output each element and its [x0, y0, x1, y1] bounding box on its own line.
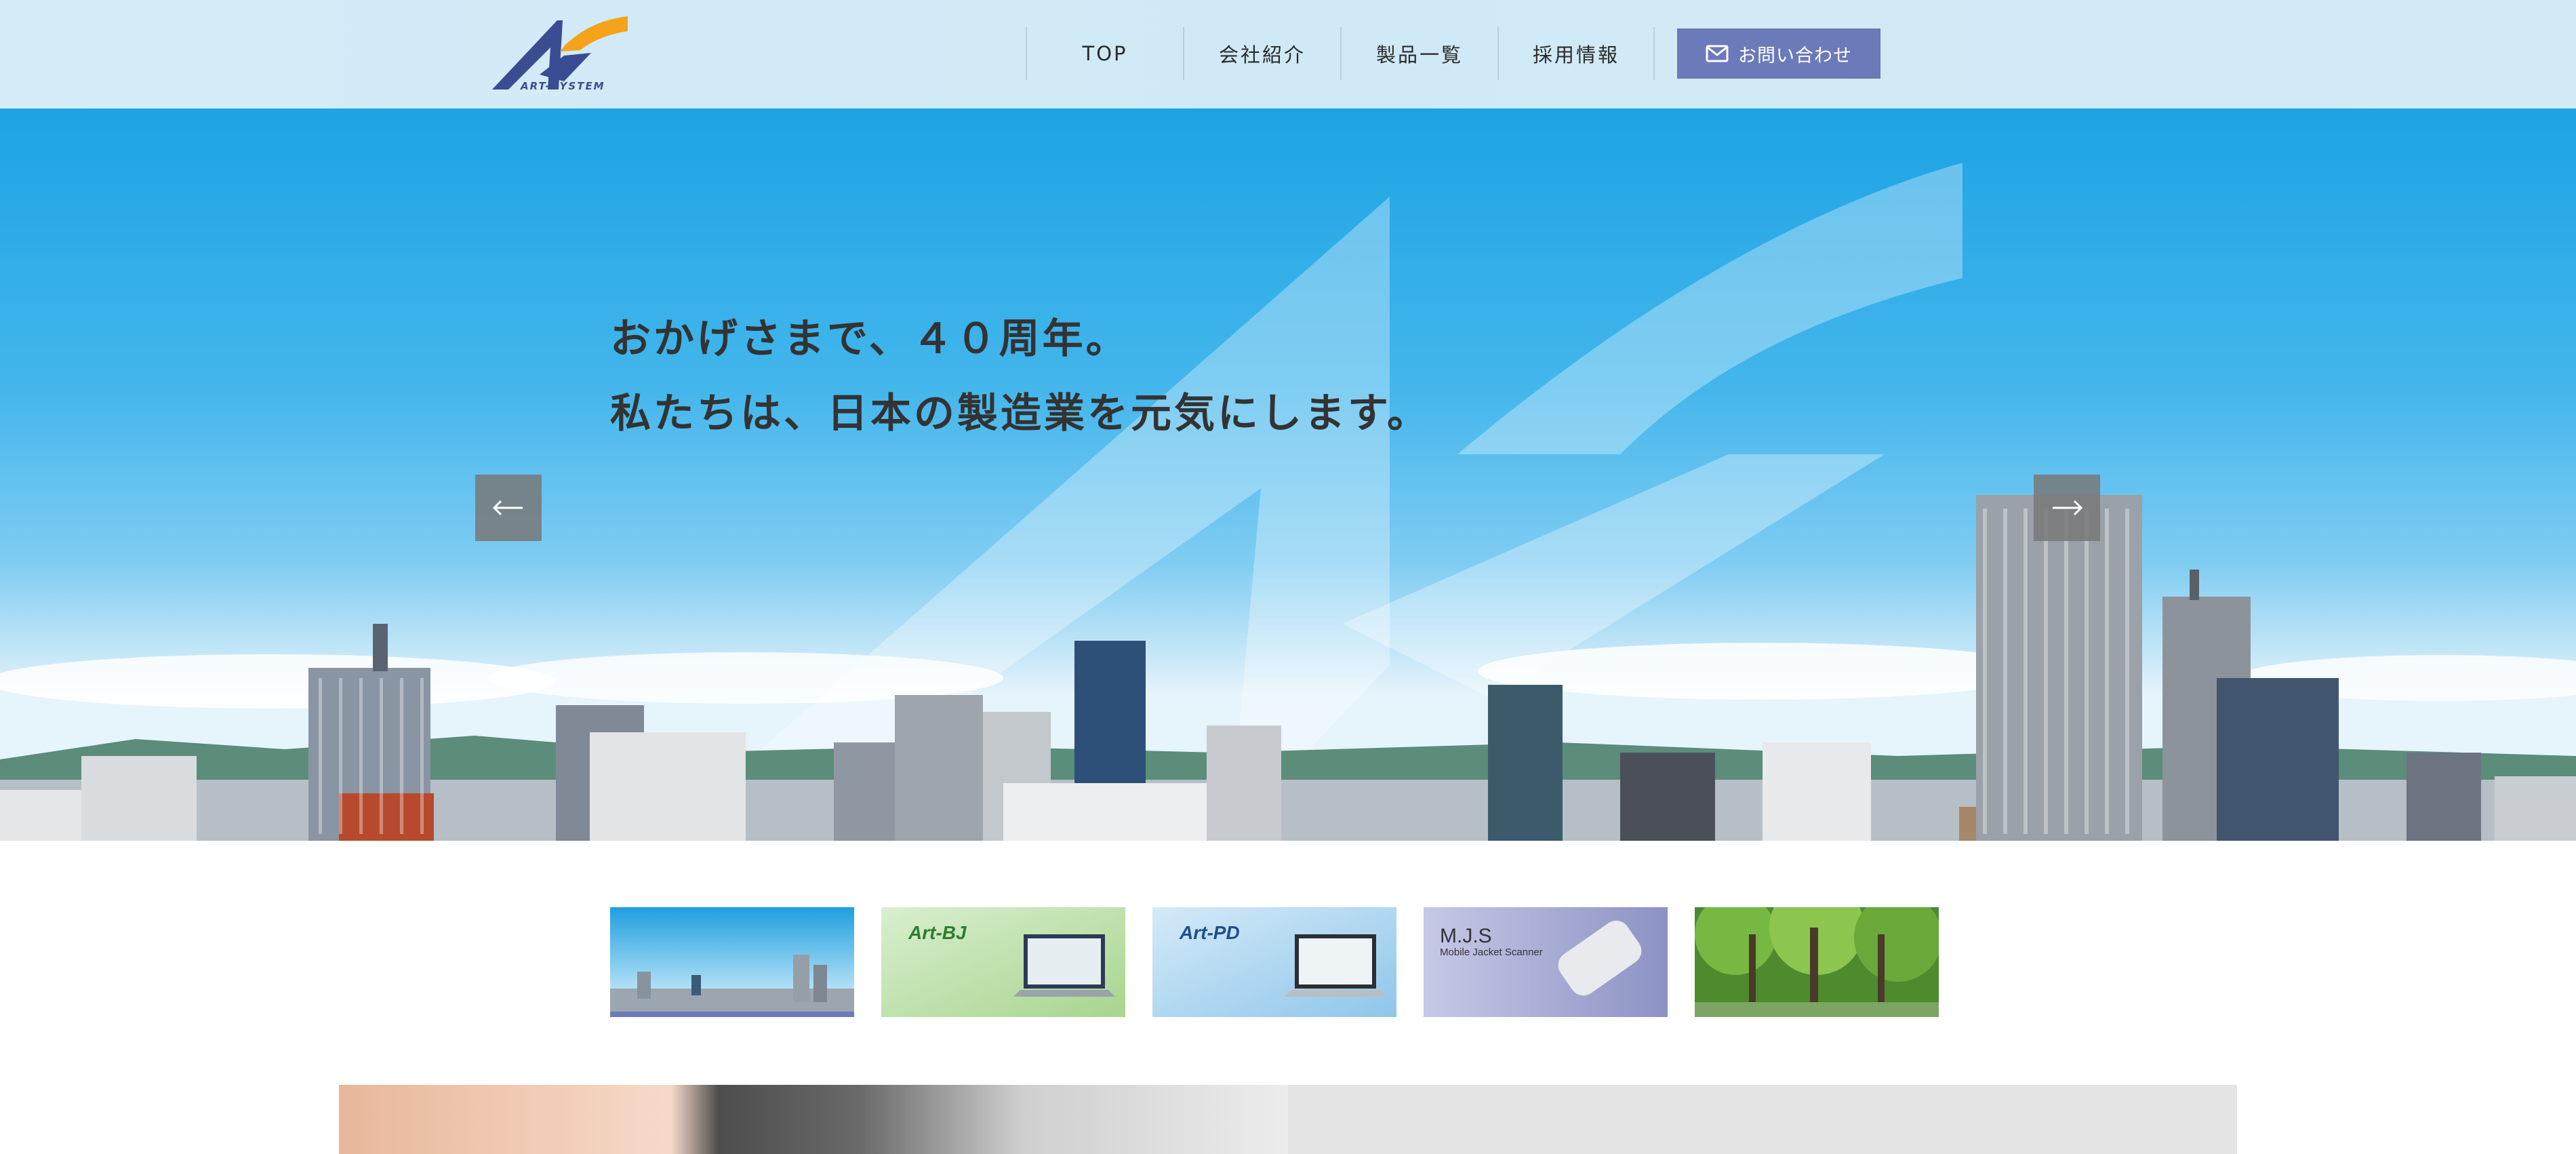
arrow-left-icon	[492, 500, 523, 516]
nav-item-company[interactable]: 会社紹介	[1183, 27, 1340, 80]
main-nav: TOP 会社紹介 製品一覧 採用情報	[1026, 27, 1655, 80]
contact-button-label: お問い合わせ	[1738, 45, 1852, 66]
city-skyline-image	[0, 163, 2576, 841]
thumbnail-art-bj[interactable]: Art-BJ	[881, 907, 1125, 1017]
thumbnail-mjs[interactable]: M.J.S Mobile Jacket Scanner	[1424, 907, 1668, 1017]
city-thumbnail-image	[610, 907, 854, 1017]
thumbnail-forest[interactable]	[1695, 907, 1939, 1017]
nav-item-top[interactable]: TOP	[1026, 27, 1183, 80]
hero-slider: おかげさまで、４０周年。 私たちは、日本の製造業を元気にします。	[0, 108, 2576, 841]
forest-thumbnail-image	[1695, 907, 1939, 1017]
nav-item-products[interactable]: 製品一覧	[1340, 27, 1497, 80]
slider-next-button[interactable]	[2034, 475, 2100, 541]
arrow-right-icon	[2053, 500, 2083, 516]
feature-section	[339, 1085, 2237, 1154]
nav-item-recruit[interactable]: 採用情報	[1497, 27, 1655, 80]
keyboard-photo	[339, 1085, 1288, 1154]
company-logo[interactable]: ART-SYSTEM	[489, 14, 632, 98]
mail-icon	[1706, 45, 1729, 62]
thumbnail-city-skyline[interactable]	[610, 907, 854, 1017]
feature-panel	[1288, 1085, 2237, 1154]
slider-thumbnails: Art-BJ Art-PD M.J.S Mobile Jacket Scanne…	[610, 907, 1939, 1017]
thumbnail-title: Art-BJ	[908, 922, 967, 943]
site-header: ART-SYSTEM TOP 会社紹介 製品一覧 採用情報 お問い合わせ	[0, 0, 2576, 108]
thumbnail-art-pd[interactable]: Art-PD	[1152, 907, 1396, 1017]
contact-button[interactable]: お問い合わせ	[1677, 28, 1880, 79]
mjs-thumbnail-image	[1424, 907, 1668, 1017]
slider-prev-button[interactable]	[475, 475, 542, 541]
thumbnail-title: Art-PD	[1180, 922, 1240, 943]
hero-catchphrase-line1: おかげさまで、４０周年。	[610, 315, 1129, 363]
hero-catchphrase: おかげさまで、４０周年。 私たちは、日本の製造業を元気にします。	[610, 302, 1430, 451]
thumbnail-title: M.J.S	[1440, 925, 1492, 947]
thumbnail-subtitle: Mobile Jacket Scanner	[1440, 947, 1543, 958]
hero-catchphrase-line2: 私たちは、日本の製造業を元気にします。	[610, 390, 1430, 437]
logo-text: ART-SYSTEM	[521, 80, 605, 92]
